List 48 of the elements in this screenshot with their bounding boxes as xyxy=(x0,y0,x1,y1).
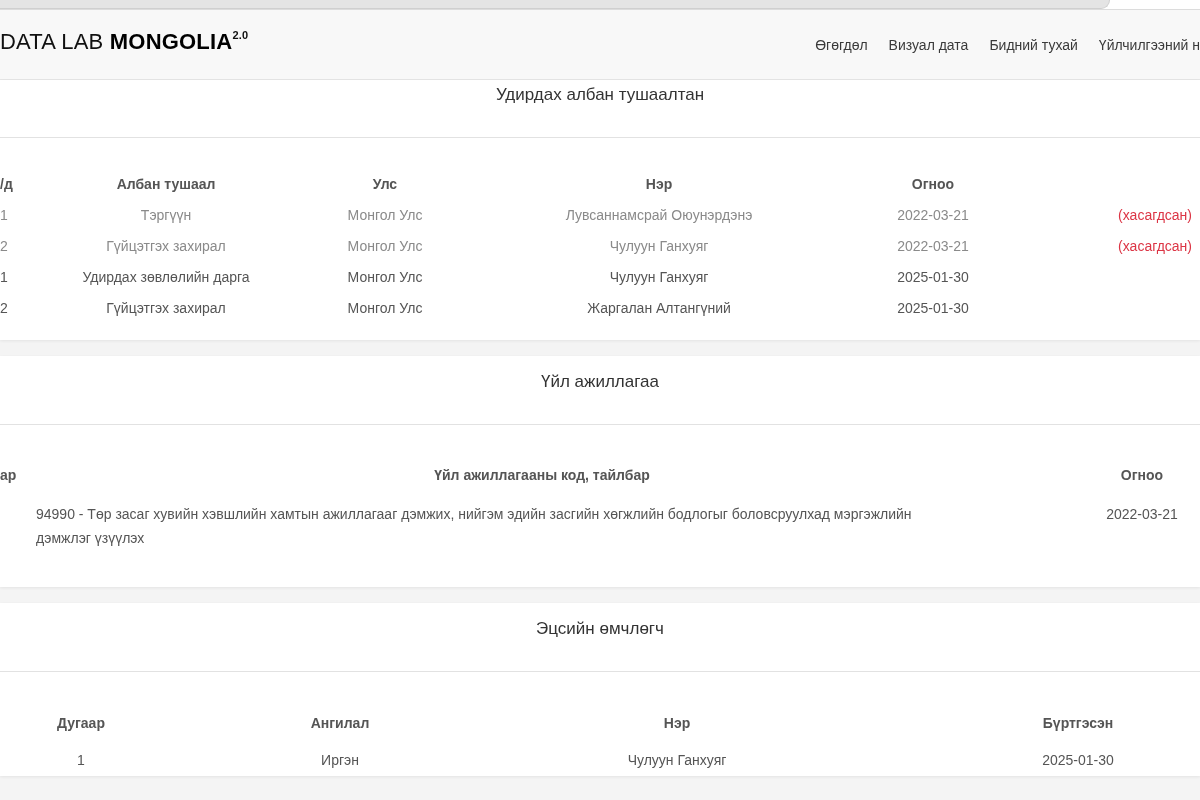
column-header: Албан тушаал xyxy=(115,175,217,194)
table-cell-text: 1 xyxy=(76,751,86,770)
table-cell-text: Монгол Улс xyxy=(346,206,424,225)
column-header: Огноо xyxy=(1119,466,1165,485)
column-header: Улс xyxy=(371,175,399,194)
table-cell-text: Чулуун Ганхуяг xyxy=(626,751,728,770)
column-header: Бүртгэсэн xyxy=(1041,714,1115,733)
section-title: Эцсийн өмчлөгч xyxy=(536,618,664,640)
table-cell-text: Удирдах зөвлөлийн дарга xyxy=(81,268,251,287)
table-cell-text: 94990 - Төр засаг хувийн хэвшлийн хамтын ажиллагааг дэмжих, нийгэм эдийн засгийн хөгжлийн бодлогыг боловсруулхад мэргэжлийн дэмжлэг үзүүлэх xyxy=(35,505,913,548)
nav-link[interactable]: Бидний тухай xyxy=(989,35,1078,54)
table-cell-text: 1 xyxy=(0,206,9,225)
column-header: Ангилал xyxy=(309,714,371,733)
site-logo-text[interactable]: DATA LAB MONGOLIA$^{2.0}$ xyxy=(0,28,249,55)
column-header: Огноо xyxy=(910,175,956,194)
table-cell-text: Гүйцэтгэх захирал xyxy=(105,237,227,256)
table-cell-text: 2 xyxy=(0,237,9,256)
table-cell-text: Жаргалан Алтангүний xyxy=(586,299,732,318)
table-cell-text: Чулуун Ганхуяг xyxy=(608,237,710,256)
section-title: Үйл ажиллагаа xyxy=(541,371,659,393)
table-cell-text: 2 xyxy=(0,299,9,318)
table-cell-text: 2022-03-21 xyxy=(896,237,970,256)
column-header: Нэр xyxy=(644,175,674,194)
column-header: /д xyxy=(0,175,14,194)
removed-label: (хасагдсан) xyxy=(1117,206,1193,225)
section-title: Удирдах албан тушаалтан xyxy=(495,84,705,106)
table-cell-text: Чулуун Ганхуяг xyxy=(608,268,710,287)
column-header: Үйл ажиллагааны код, тайлбар xyxy=(433,466,651,485)
table-cell-text: Тэргүүн xyxy=(139,206,193,225)
nav-link[interactable]: Өгөгдөл xyxy=(815,35,868,54)
column-header: Нэр xyxy=(662,714,692,733)
removed-label: (хасагдсан) xyxy=(1117,237,1193,256)
column-header: Дугаар xyxy=(56,714,106,733)
table-cell-text: Монгол Улс xyxy=(346,299,424,318)
nav-link[interactable]: Визуал дата xyxy=(888,35,969,54)
table-cell-text: 2025-01-30 xyxy=(896,268,970,287)
table-cell-text: Иргэн xyxy=(320,751,360,770)
table-cell-text: 1 xyxy=(0,268,9,287)
table-cell-text: 2022-03-21 xyxy=(896,206,970,225)
table-cell-text: Лувсаннамсрай Оюунэрдэнэ xyxy=(564,206,754,225)
table-cell-text: 2022-03-21 xyxy=(1105,505,1179,524)
table-cell-text: 2025-01-30 xyxy=(1041,751,1115,770)
table-cell-text: 2025-01-30 xyxy=(896,299,970,318)
table-cell-text: Монгол Улс xyxy=(346,237,424,256)
column-header: ар xyxy=(0,466,18,485)
nav-link[interactable]: Үйлчилгээний н xyxy=(1098,35,1200,54)
table-cell-text: Монгол Улс xyxy=(346,268,424,287)
table-cell-text: Гүйцэтгэх захирал xyxy=(105,299,227,318)
